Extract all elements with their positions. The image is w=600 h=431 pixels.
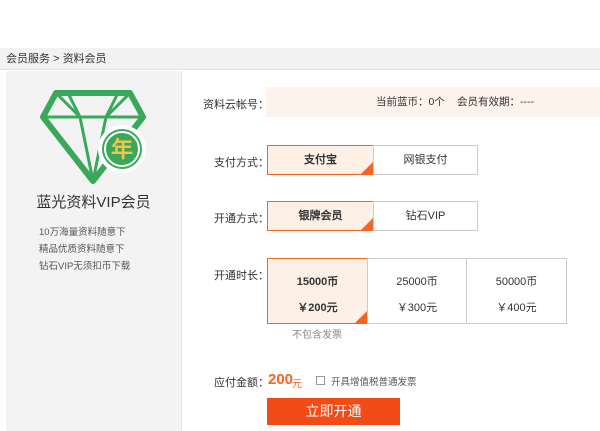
duration-option-50000[interactable]: 50000币 ￥400元 bbox=[466, 258, 567, 324]
feature-list: 10万海量资料随意下 精品优质资料随意下 钻石VIP无须扣币下载 bbox=[39, 224, 130, 275]
selected-check-icon: ✓ bbox=[360, 161, 387, 175]
year-badge-char: 年 bbox=[111, 137, 133, 163]
account-label: 资料云帐号： bbox=[203, 99, 269, 111]
selected-check-icon: ✓ bbox=[360, 217, 387, 231]
payment-label: 支付方式： bbox=[214, 157, 269, 169]
membership-expiry: 会员有效期：---- bbox=[457, 96, 534, 108]
duration-option-25000[interactable]: 25000币 ￥300元 bbox=[367, 258, 467, 324]
plan-label: 开通方式： bbox=[214, 213, 269, 225]
coins-balance: 当前蓝币：0个 bbox=[376, 96, 445, 108]
account-info-bar: 当前蓝币：0个 会员有效期：---- bbox=[266, 87, 600, 117]
payable-amount: 200 bbox=[268, 371, 294, 388]
duration-option-15000[interactable]: 15000币 ￥200元 ✓ bbox=[267, 258, 381, 324]
plan-option-label: 银牌会员 bbox=[298, 210, 343, 222]
feature-item: 精品优质资料随意下 bbox=[39, 244, 125, 255]
duration-price: ￥400元 bbox=[496, 302, 537, 314]
feature-item: 10万海量资料随意下 bbox=[39, 227, 126, 238]
payment-option-label: 支付宝 bbox=[304, 154, 337, 166]
invoice-checkbox[interactable] bbox=[316, 376, 325, 385]
duration-coins: 50000币 bbox=[495, 276, 538, 288]
top-blank-area bbox=[0, 0, 600, 48]
invoice-checkbox-label[interactable]: 开具增值税普通发票 bbox=[331, 374, 417, 388]
vip-sidebar: 年 蓝光资料VIP会员 10万海量资料随意下 精品优质资料随意下 钻石VIP无须… bbox=[6, 71, 182, 431]
no-invoice-note: 不包含发票 bbox=[292, 330, 342, 341]
breadcrumb-current: 资料会员 bbox=[62, 53, 107, 65]
breadcrumb: 会员服务 > 资料会员 bbox=[0, 48, 600, 70]
breadcrumb-home[interactable]: 会员服务 bbox=[6, 48, 50, 70]
vip-title: 蓝光资料VIP会员 bbox=[36, 194, 151, 211]
selected-check-icon: ✓ bbox=[354, 310, 381, 324]
plan-option-label: 钻石VIP bbox=[405, 210, 446, 222]
duration-coins: 25000币 bbox=[396, 276, 438, 288]
diamond-year-icon: 年 bbox=[40, 90, 146, 184]
payment-option-label: 网银支付 bbox=[403, 154, 448, 166]
plan-option-diamond[interactable]: 钻石VIP bbox=[373, 201, 478, 231]
feature-item: 钻石VIP无须扣币下载 bbox=[39, 261, 131, 272]
duration-label: 开通时长： bbox=[214, 270, 269, 282]
payable-unit: 元 bbox=[292, 379, 302, 390]
breadcrumb-separator: > bbox=[53, 53, 60, 65]
duration-price: ￥200元 bbox=[297, 302, 338, 314]
plan-option-silver[interactable]: 银牌会员 ✓ bbox=[267, 201, 387, 231]
payment-option-bank[interactable]: 网银支付 bbox=[373, 145, 478, 175]
activate-now-button[interactable]: 立即开通 bbox=[267, 398, 400, 425]
payable-label: 应付金额： bbox=[214, 377, 269, 389]
duration-coins: 15000币 bbox=[296, 276, 339, 288]
payment-option-alipay[interactable]: 支付宝 ✓ bbox=[267, 145, 387, 175]
duration-price: ￥300元 bbox=[396, 302, 438, 314]
